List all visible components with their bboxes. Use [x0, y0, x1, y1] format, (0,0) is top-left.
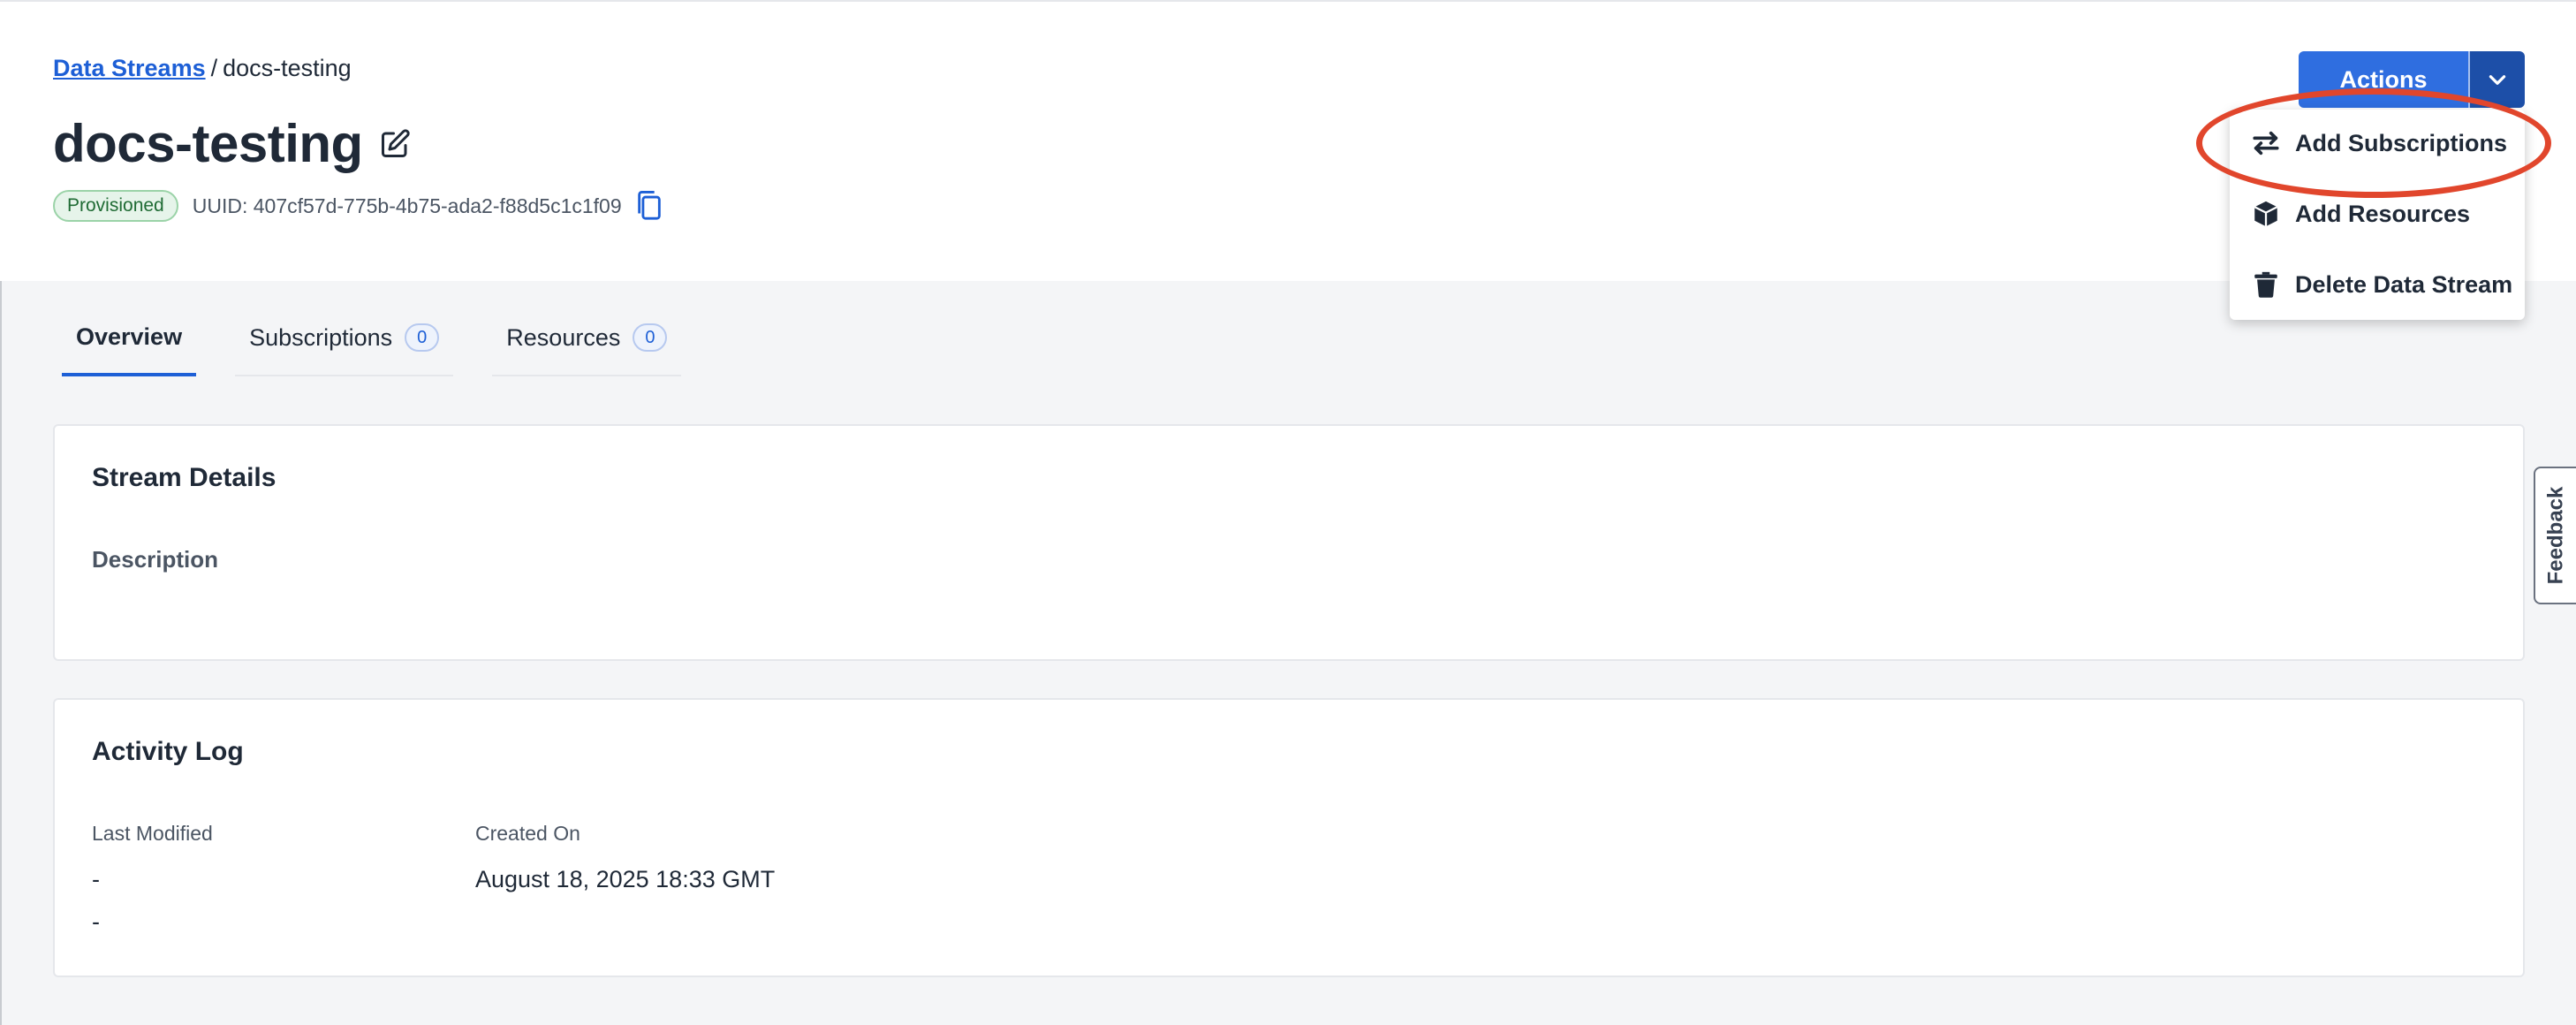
highlight-annotation-circle — [2196, 88, 2551, 198]
page-title: docs-testing — [53, 114, 363, 173]
page-header: Data Streams / docs-testing docs-testing P… — [0, 0, 2576, 281]
meta-row: Provisioned UUID: 407cf57d-775b-4b75-ada… — [53, 189, 664, 223]
feedback-label: Feedback — [2543, 486, 2567, 585]
copy-icon[interactable] — [634, 189, 664, 223]
description-label: Description — [92, 546, 219, 573]
tab-overview-label: Overview — [76, 323, 183, 350]
menu-item-delete-data-stream-label: Delete Data Stream — [2295, 270, 2513, 298]
tab-subscriptions[interactable]: Subscriptions 0 — [235, 300, 454, 376]
stream-details-title: Stream Details — [92, 463, 277, 492]
feedback-tab[interactable]: Feedback — [2534, 467, 2576, 604]
last-modified-value-secondary: - — [92, 908, 100, 935]
stream-details-card: Stream Details Description — [53, 424, 2525, 661]
tab-resources-label: Resources — [506, 323, 621, 351]
resources-count-badge: 0 — [633, 323, 668, 352]
menu-item-add-resources-label: Add Resources — [2295, 200, 2471, 227]
menu-item-add-resources[interactable]: Add Resources — [2251, 196, 2470, 232]
title-row: docs-testing — [53, 113, 411, 174]
edit-icon[interactable] — [379, 128, 411, 160]
menu-item-delete-data-stream[interactable]: Delete Data Stream — [2251, 267, 2512, 302]
trash-icon — [2251, 270, 2281, 300]
activity-log-card: Activity Log Last Modified - - Created O… — [53, 698, 2525, 977]
status-badge: Provisioned — [53, 190, 178, 222]
chevron-down-icon — [2489, 75, 2506, 85]
tab-bar: Overview Subscriptions 0 Resources 0 — [62, 300, 720, 376]
breadcrumb: Data Streams / docs-testing — [53, 55, 352, 82]
last-modified-value: - — [92, 866, 100, 892]
activity-log-title: Activity Log — [92, 737, 244, 766]
breadcrumb-data-streams-link[interactable]: Data Streams — [53, 55, 206, 81]
tab-resources[interactable]: Resources 0 — [492, 300, 682, 376]
breadcrumb-current: docs-testing — [223, 55, 352, 81]
tab-subscriptions-label: Subscriptions — [249, 323, 393, 351]
uuid-text: UUID: 407cf57d-775b-4b75-ada2-f88d5c1c1f… — [192, 194, 622, 217]
created-on-value: August 18, 2025 18:33 GMT — [475, 866, 776, 892]
breadcrumb-separator: / — [210, 55, 218, 81]
subscriptions-count-badge: 0 — [405, 323, 440, 352]
last-modified-label: Last Modified — [92, 822, 213, 845]
tab-overview[interactable]: Overview — [62, 300, 197, 376]
created-on-label: Created On — [475, 822, 580, 845]
cube-icon — [2251, 199, 2281, 229]
